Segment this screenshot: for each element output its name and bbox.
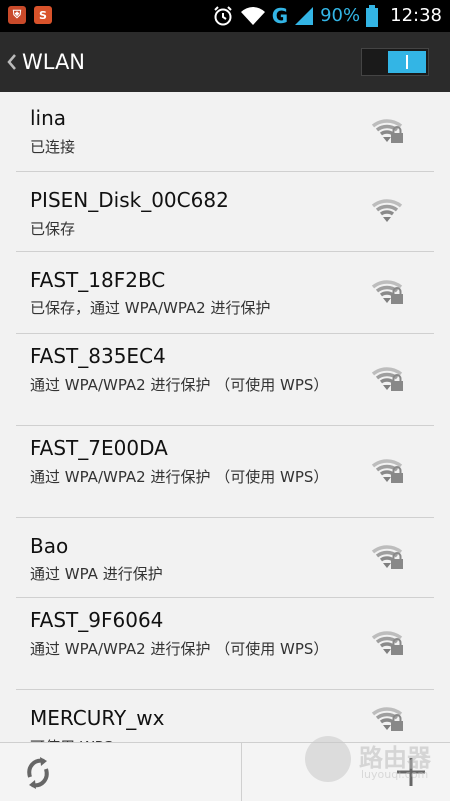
network-status: 通过 WPA/WPA2 进行保护 （可使用 WPS） (30, 640, 329, 658)
network-item-3[interactable]: FAST_18F2BC 已保存，通过 WPA/WPA2 进行保护 (0, 252, 450, 334)
network-item-2[interactable]: PISEN_Disk_00C682 已保存 (0, 172, 450, 252)
network-item-5[interactable]: FAST_7E00DA 通过 WPA/WPA2 进行保护 （可使用 WPS） (0, 426, 450, 518)
toggle-knob (388, 51, 426, 73)
notification-icons: ⛨ S (8, 6, 52, 24)
network-item-4[interactable]: FAST_835EC4 通过 WPA/WPA2 进行保护 （可使用 WPS） (0, 334, 450, 426)
watermark-logo: 路由器 luyouqi.com (305, 728, 450, 788)
back-chevron-icon[interactable] (6, 48, 18, 76)
bottom-divider (241, 743, 242, 801)
network-ssid: FAST_18F2BC (30, 268, 166, 292)
network-ssid: MERCURY_wx (30, 706, 165, 730)
wifi-locked-icon (371, 280, 403, 304)
wifi-locked-icon (371, 119, 403, 143)
watermark-subtext: luyouqi.com (361, 768, 429, 781)
network-item-1[interactable]: lina 已连接 (0, 92, 450, 172)
page-title[interactable]: WLAN (22, 32, 85, 92)
refresh-icon[interactable] (20, 755, 56, 791)
signal-icon (295, 7, 314, 25)
network-ssid: FAST_9F6064 (30, 608, 164, 632)
system-icons: G 90% 12:38 (212, 0, 442, 32)
status-bar: ⛨ S G 90% 12:38 (0, 0, 450, 32)
battery-percent: 90% (320, 5, 361, 26)
network-status: 已保存 (30, 220, 76, 238)
watermark-router-icon (305, 736, 351, 782)
wifi-status-icon (240, 7, 265, 25)
network-status: 已保存，通过 WPA/WPA2 进行保护 (30, 299, 271, 317)
network-status: 通过 WPA/WPA2 进行保护 （可使用 WPS） (30, 468, 329, 486)
network-ssid: lina (30, 106, 67, 130)
battery-icon (366, 5, 379, 27)
wlan-toggle-switch[interactable] (361, 48, 429, 76)
network-ssid: PISEN_Disk_00C682 (30, 188, 229, 212)
network-ssid: FAST_7E00DA (30, 436, 168, 460)
network-item-6[interactable]: Bao 通过 WPA 进行保护 (0, 518, 450, 598)
wifi-locked-icon (371, 367, 403, 391)
network-type-label: G (271, 4, 289, 28)
wifi-locked-icon (371, 459, 403, 483)
alarm-icon (213, 6, 232, 26)
network-status: 通过 WPA/WPA2 进行保护 （可使用 WPS） (30, 376, 329, 394)
network-ssid: Bao (30, 534, 69, 558)
wifi-icon (371, 199, 403, 222)
network-status: 通过 WPA 进行保护 (30, 565, 163, 583)
network-item-7[interactable]: FAST_9F6064 通过 WPA/WPA2 进行保护 （可使用 WPS） (0, 598, 450, 690)
network-ssid: FAST_835EC4 (30, 344, 166, 368)
shield-app-icon: ⛨ (8, 6, 26, 24)
network-status: 已连接 (30, 138, 76, 156)
wifi-locked-icon (371, 545, 403, 569)
wifi-locked-icon (371, 631, 403, 655)
s-app-icon: S (34, 6, 52, 24)
clock: 12:38 (390, 5, 442, 26)
